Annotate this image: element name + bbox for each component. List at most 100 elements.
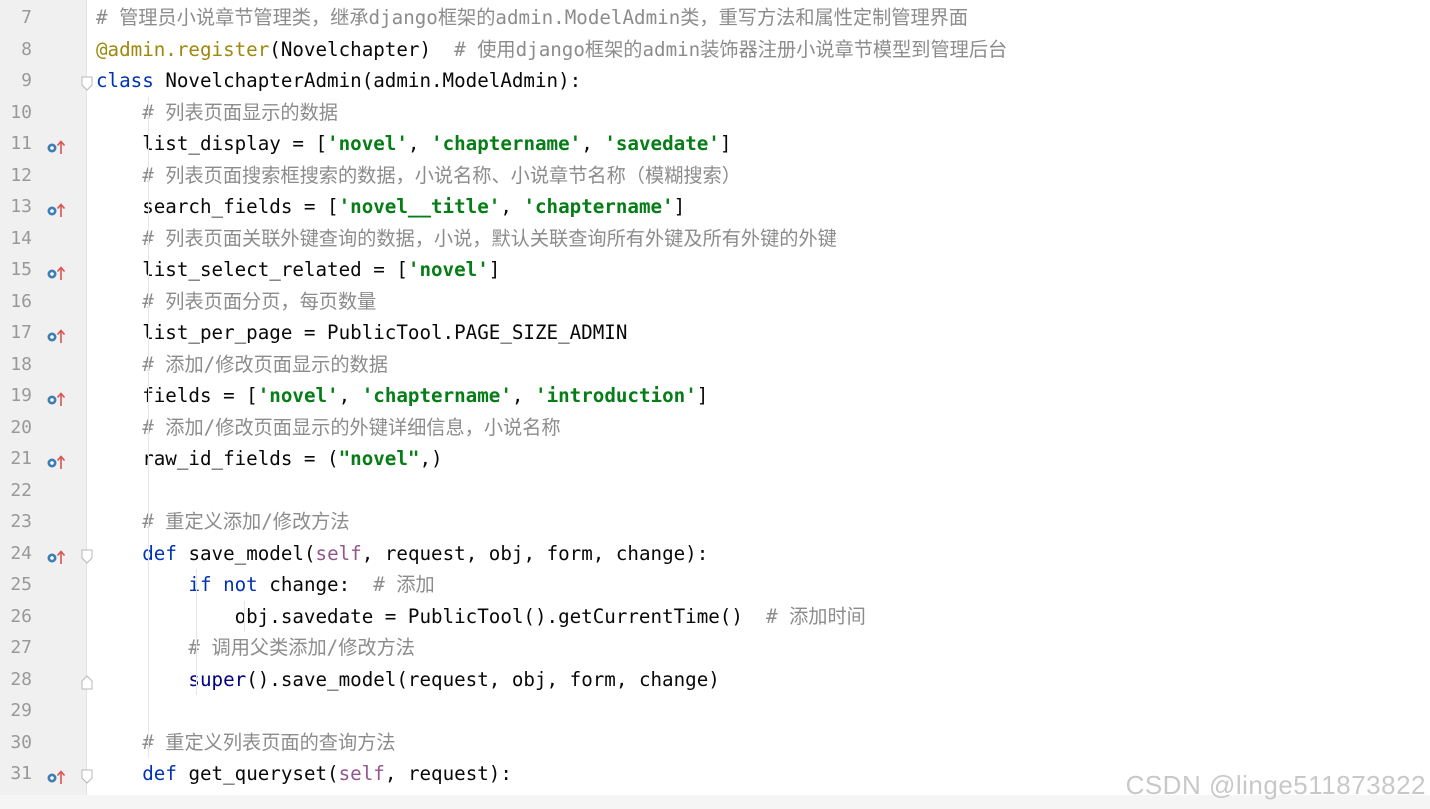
code-text: # 列表页面显示的数据 — [96, 97, 338, 129]
code-token: # 添加 — [373, 573, 435, 596]
code-token: # 调用父类添加/修改方法 — [96, 636, 415, 659]
code-token: def — [142, 541, 189, 565]
code-line[interactable]: 12 # 列表页面搜索框搜索的数据，小说名称、小说章节名称（模糊搜索） — [0, 160, 1430, 192]
code-token: ().save_model(request, obj, form, change… — [246, 667, 720, 691]
code-token: @admin.register — [96, 37, 270, 61]
line-number: 11 — [10, 133, 32, 154]
code-token: 'chaptername' — [431, 132, 582, 155]
code-line[interactable]: 16 # 列表页面分页，每页数量 — [0, 286, 1430, 318]
code-token: save_model( — [188, 541, 316, 565]
code-token: list_per_page = PublicTool.PAGE_SIZE_ADM… — [96, 321, 628, 344]
override-method-icon[interactable] — [46, 388, 66, 406]
code-token: ] — [673, 195, 686, 218]
line-number: 30 — [10, 731, 32, 753]
override-method-icon[interactable] — [46, 199, 66, 217]
code-token: 'chaptername' — [523, 195, 674, 218]
line-number: 14 — [10, 227, 32, 249]
code-line[interactable]: 9 class NovelchapterAdmin(admin.ModelAdmi… — [0, 65, 1430, 97]
fold-open-icon[interactable] — [81, 73, 93, 91]
line-number: 31 — [10, 763, 32, 784]
code-text: obj.savedate = PublicTool().getCurrentTi… — [96, 601, 866, 633]
code-token: 'savedate' — [604, 132, 720, 155]
indent-guide — [244, 600, 245, 632]
line-number: 25 — [10, 574, 32, 595]
code-text: # 重定义列表页面的查询方法 — [96, 727, 396, 759]
code-line[interactable]: 18 # 添加/修改页面显示的数据 — [0, 349, 1430, 381]
code-token: , — [338, 384, 362, 407]
indent-guide — [196, 569, 197, 695]
code-token: search_fields = [ — [96, 195, 339, 218]
code-line[interactable]: 29 — [0, 695, 1430, 727]
code-line[interactable]: 23 # 重定义添加/修改方法 — [0, 506, 1430, 538]
code-token: fields = [ — [96, 384, 258, 407]
code-line[interactable]: 21 raw_id_fields = ("novel",) — [0, 443, 1430, 475]
code-token: 'novel' — [257, 384, 339, 407]
code-text: # 添加/修改页面显示的外键详细信息，小说名称 — [96, 412, 560, 444]
code-token: , — [511, 384, 536, 407]
code-token: # 重定义列表页面的查询方法 — [96, 730, 396, 754]
code-line[interactable]: 28 super().save_model(request, obj, form… — [0, 664, 1430, 696]
code-token: # 添加时间 — [766, 604, 866, 628]
code-token: "novel" — [338, 447, 420, 470]
code-token: list_select_related = [ — [96, 258, 408, 281]
code-token: # 使用django框架的admin装饰器注册小说章节模型到管理后台 — [454, 37, 1008, 61]
fold-close-icon[interactable] — [81, 672, 93, 689]
override-method-icon[interactable] — [46, 766, 66, 784]
code-token: (Novelchapter) — [269, 37, 455, 61]
code-line[interactable]: 13 search_fields = ['novel__title', 'cha… — [0, 191, 1430, 223]
code-token: def — [142, 762, 189, 785]
code-line[interactable]: 15 list_select_related = ['novel'] — [0, 254, 1430, 286]
code-line[interactable]: 17 list_per_page = PublicTool.PAGE_SIZE_… — [0, 317, 1430, 349]
code-line[interactable]: 11 list_display = ['novel', 'chaptername… — [0, 128, 1430, 160]
code-line[interactable]: 24 def save_model(self, request, obj, fo… — [0, 538, 1430, 570]
override-method-icon[interactable] — [46, 262, 66, 280]
code-editor[interactable]: 7 # 管理员小说章节管理类，继承django框架的admin.ModelAdmi… — [0, 0, 1430, 809]
code-token: raw_id_fields = ( — [96, 447, 339, 470]
code-text: list_display = ['novel', 'chaptername', … — [96, 128, 731, 160]
override-method-icon[interactable] — [46, 136, 66, 154]
code-text: # 重定义添加/修改方法 — [96, 506, 350, 538]
code-token: 'novel' — [327, 132, 408, 155]
code-line[interactable]: 22 — [0, 475, 1430, 507]
code-line[interactable]: 30 # 重定义列表页面的查询方法 — [0, 727, 1430, 759]
code-text: # 列表页面关联外键查询的数据，小说，默认关联查询所有外键及所有外键的外键 — [96, 223, 837, 255]
code-text: # 添加/修改页面显示的数据 — [96, 349, 388, 381]
code-token: 'introduction' — [535, 384, 697, 407]
fold-open-icon[interactable] — [81, 546, 93, 564]
code-token: , request): — [384, 762, 512, 785]
code-line[interactable]: 26 obj.savedate = PublicTool().getCurren… — [0, 601, 1430, 633]
code-line[interactable]: 8 @admin.register(Novelchapter) # 使用djang… — [0, 34, 1430, 66]
override-method-icon[interactable] — [46, 451, 66, 469]
line-number: 13 — [10, 196, 32, 217]
code-line[interactable]: 7 # 管理员小说章节管理类，继承django框架的admin.ModelAdmi… — [0, 2, 1430, 34]
code-token: # 列表页面关联外键查询的数据，小说，默认关联查询所有外键及所有外键的外键 — [96, 226, 837, 250]
line-number: 8 — [21, 38, 32, 60]
line-number: 22 — [10, 479, 32, 501]
code-text: fields = ['novel', 'chaptername', 'intro… — [96, 380, 708, 412]
code-token: # 重定义添加/修改方法 — [96, 510, 350, 533]
code-text: class NovelchapterAdmin(admin.ModelAdmin… — [96, 65, 581, 97]
line-number: 27 — [10, 637, 32, 658]
code-token: ] — [719, 132, 732, 155]
fold-open-icon[interactable] — [81, 766, 93, 784]
code-line[interactable]: 25 if not change: # 添加 — [0, 569, 1430, 601]
code-text: # 列表页面分页，每页数量 — [96, 286, 376, 318]
code-text: if not change: # 添加 — [96, 569, 435, 601]
code-token: , request, obj, form, change): — [361, 541, 709, 565]
override-method-icon[interactable] — [46, 325, 66, 343]
code-text: def get_queryset(self, request): — [96, 758, 512, 790]
code-line[interactable]: 20 # 添加/修改页面显示的外键详细信息，小说名称 — [0, 412, 1430, 444]
code-token: super — [188, 667, 247, 691]
code-text: # 管理员小说章节管理类，继承django框架的admin.ModelAdmin… — [96, 2, 968, 34]
code-line[interactable]: 19 fields = ['novel', 'chaptername', 'in… — [0, 380, 1430, 412]
line-number: 18 — [10, 353, 32, 375]
override-method-icon[interactable] — [46, 546, 66, 564]
code-token: ] — [696, 384, 709, 407]
line-number: 16 — [10, 290, 32, 312]
code-token: get_queryset( — [188, 762, 339, 785]
code-line[interactable]: 27 # 调用父类添加/修改方法 — [0, 632, 1430, 664]
code-line[interactable]: 14 # 列表页面关联外键查询的数据，小说，默认关联查询所有外键及所有外键的外键 — [0, 223, 1430, 255]
code-token: class — [96, 69, 166, 92]
code-line[interactable]: 10 # 列表页面显示的数据 — [0, 97, 1430, 129]
